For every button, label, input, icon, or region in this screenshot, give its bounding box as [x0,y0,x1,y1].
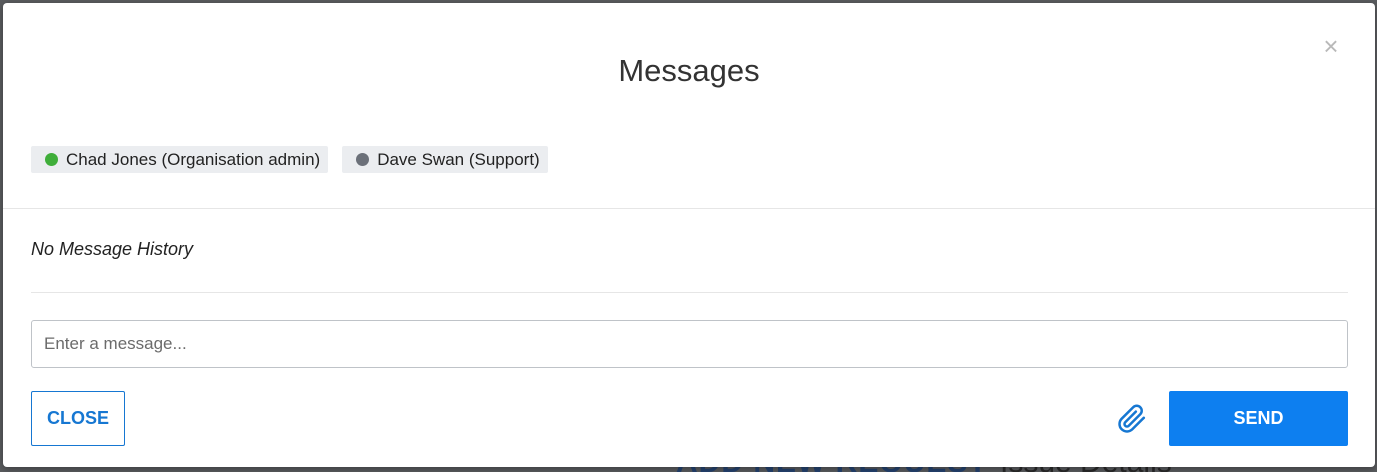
participant-name: Chad Jones (Organisation admin) [66,149,321,169]
divider [31,292,1348,293]
participant-badge: Dave Swan (Support) [342,146,548,173]
message-history-empty: No Message History [31,239,194,259]
modal-title: Messages [618,53,760,88]
send-button[interactable]: SEND [1169,391,1348,446]
participant-list: Chad Jones (Organisation admin) Dave Swa… [31,146,548,173]
message-input[interactable] [31,320,1348,368]
close-button[interactable]: CLOSE [31,391,125,446]
offline-status-icon [356,153,370,166]
messages-modal: Messages × Chad Jones (Organisation admi… [3,3,1375,467]
participant-badge: Chad Jones (Organisation admin) [31,146,329,173]
participant-name: Dave Swan (Support) [377,149,540,169]
modal-header: Messages × Chad Jones (Organisation admi… [3,3,1375,209]
online-status-icon [45,153,58,166]
paperclip-icon[interactable] [1115,401,1149,437]
close-icon[interactable]: × [1320,33,1342,59]
